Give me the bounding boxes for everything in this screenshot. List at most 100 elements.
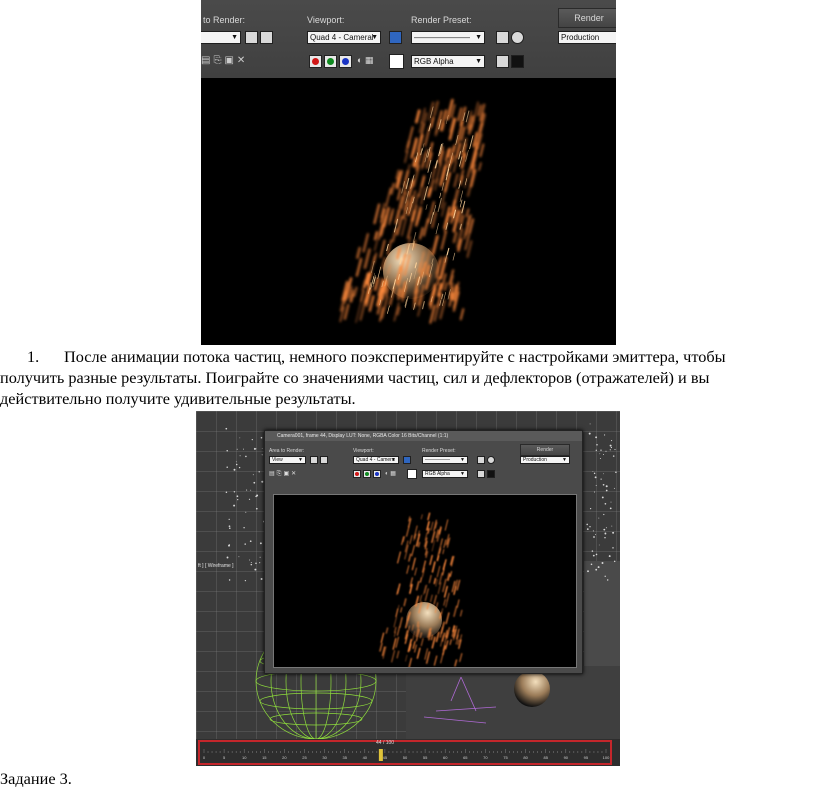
spark (415, 581, 420, 591)
timeline-tick-label: 10 (242, 755, 247, 760)
red-channel-toggle[interactable] (309, 55, 322, 68)
spark (465, 110, 470, 123)
spark (478, 162, 482, 171)
particle-dot (243, 527, 245, 529)
window-title[interactable]: Camera001, frame 44, Display LUT: None, … (265, 431, 582, 441)
area-to-render-dropdown[interactable]: View ▼ (269, 456, 306, 464)
red-channel-toggle[interactable] (353, 470, 361, 478)
auto-region-icon[interactable] (260, 31, 273, 44)
toolbar-icons[interactable]: ▤⎘▣✕ (269, 470, 298, 478)
spark (396, 226, 400, 236)
particle-dot (601, 562, 604, 564)
viewport-dropdown[interactable]: Quad 4 - Camera ▼ (353, 456, 399, 464)
particle-dot (249, 559, 251, 561)
particle-dot (260, 436, 263, 439)
color-swatch[interactable] (389, 54, 404, 69)
render-preset-dropdown[interactable]: ——————— ▼ (411, 31, 485, 44)
alpha-icon[interactable]: ◐ ▦ (385, 470, 396, 477)
spark (422, 143, 425, 151)
rendered-frame-window: Camera001, frame 44, Display LUT: None, … (264, 430, 583, 674)
viewport-label: Viewport: (307, 15, 345, 25)
spark (411, 557, 416, 571)
production-dropdown[interactable]: Production (558, 31, 616, 44)
mono-icon[interactable] (477, 470, 485, 478)
spark (414, 644, 417, 653)
viewport-label: Viewport: (353, 448, 374, 454)
spark (452, 160, 457, 173)
spark (428, 171, 432, 185)
blue-channel-toggle[interactable] (373, 470, 381, 478)
particle-dot (600, 478, 602, 480)
environment-icon[interactable] (511, 31, 524, 44)
spark (419, 227, 424, 240)
channel-dropdown[interactable]: RGB Alpha ▼ (411, 55, 485, 68)
particle-dot (593, 472, 596, 475)
spark (456, 599, 460, 608)
alpha-icon[interactable]: ◐ ▦ (357, 55, 373, 66)
spark (429, 554, 433, 566)
viewport-label[interactable]: ft ] [ Wireframe ] (198, 563, 234, 569)
spark (467, 124, 473, 135)
clear-icon[interactable] (487, 470, 495, 478)
viewport-dropdown[interactable]: Quad 4 - Cameral ▼ (307, 31, 381, 44)
chevron-down-icon: ▼ (562, 457, 567, 463)
area-value: View (272, 457, 283, 463)
spark (374, 231, 378, 241)
render-preset-label: Render Preset: (411, 15, 472, 25)
environment-icon[interactable] (487, 456, 495, 464)
timeline-tick-label: 20 (282, 755, 287, 760)
green-channel-toggle[interactable] (363, 470, 371, 478)
spark (397, 551, 401, 564)
auto-region-icon[interactable] (320, 456, 328, 464)
spark (445, 602, 448, 608)
green-channel-toggle[interactable] (324, 55, 337, 68)
spark (374, 240, 378, 252)
spark (453, 173, 459, 188)
spark (466, 240, 473, 258)
spark (431, 561, 436, 573)
particle-dot (238, 556, 240, 558)
timeline-tick-label: 70 (483, 755, 488, 760)
lock-viewport-icon[interactable] (389, 31, 402, 44)
toolbar-icons[interactable]: ▤⎘▣✕ (201, 55, 248, 66)
particle-dot (253, 447, 256, 450)
spark (479, 143, 485, 158)
spark (424, 588, 429, 602)
particle-dot (595, 449, 597, 451)
render-setup-icon[interactable] (496, 31, 509, 44)
production-dropdown[interactable]: Production ▼ (520, 456, 570, 464)
lock-viewport-icon[interactable] (403, 456, 411, 464)
render-preset-value: ——————— (414, 33, 470, 42)
time-slider[interactable]: 44 / 100 0 5 10 15 20 25 30 35 40 45 50 55 60 65 70 75 8… (196, 739, 620, 766)
particle-dot (255, 507, 258, 510)
red-dot-icon (355, 472, 359, 476)
spark (435, 631, 440, 643)
render-button[interactable]: Render (520, 444, 570, 456)
spark (389, 208, 395, 222)
timeline-tick-label: 25 (302, 755, 307, 760)
time-slider-thumb[interactable] (378, 749, 383, 761)
particle-dot (233, 491, 236, 493)
blue-channel-toggle[interactable] (339, 55, 352, 68)
spark (446, 592, 450, 603)
timeline-tick-label: 5 (223, 755, 226, 760)
particle-render-image (339, 98, 486, 324)
particle-dot (228, 518, 230, 521)
spark (399, 616, 403, 628)
edit-region-icon[interactable] (245, 31, 258, 44)
render-button[interactable]: Render (558, 8, 616, 28)
timeline-tick-label: 35 (342, 755, 347, 760)
area-to-render-dropdown[interactable]: ▼ (201, 31, 241, 44)
timeline-ticks: 0 5 10 15 20 25 30 35 40 45 50 55 60 65 70 75 80 85 90 95 10… (203, 749, 610, 760)
mono-icon[interactable] (496, 55, 509, 68)
particle-dot (254, 568, 257, 571)
area-to-render-label: Area to Render: (269, 448, 305, 454)
spark (459, 223, 462, 230)
render-preset-dropdown[interactable]: ————— ▼ (422, 456, 468, 464)
particle-dot (593, 491, 596, 493)
clear-icon[interactable] (511, 55, 524, 68)
edit-region-icon[interactable] (310, 456, 318, 464)
render-setup-icon[interactable] (477, 456, 485, 464)
color-swatch[interactable] (407, 469, 417, 479)
channel-dropdown[interactable]: RGB Alpha ▼ (422, 470, 468, 478)
